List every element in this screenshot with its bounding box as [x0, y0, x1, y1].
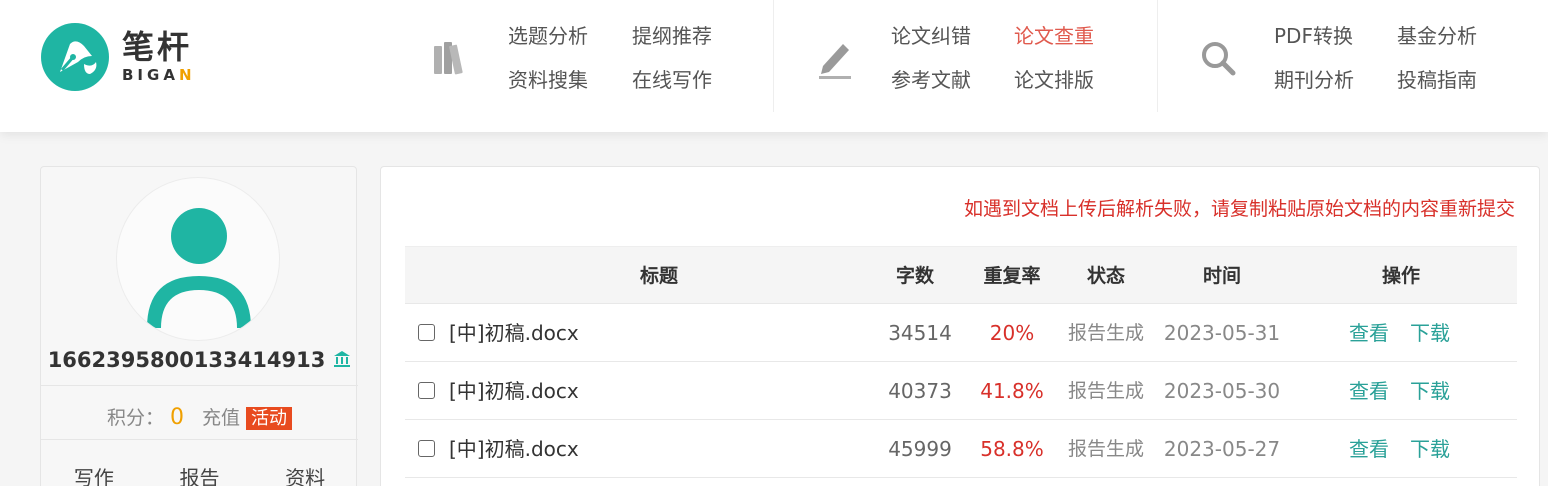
row-duplicate-rate: 58.8% [980, 437, 1044, 461]
nav-divider [773, 0, 774, 112]
column-header-actions: 操作 [1381, 265, 1420, 287]
row-status: 报告生成 [1067, 322, 1144, 344]
nav-link-topic-analysis[interactable]: 选题分析 [508, 23, 588, 49]
nav-link-fund-analysis[interactable]: 基金分析 [1397, 23, 1477, 49]
table-row: [中]初稿.docx 34514 20% 报告生成 2023-05-31 查看 … [405, 304, 1517, 362]
view-report-link[interactable]: 查看 [1349, 304, 1389, 362]
row-title: [中]初稿.docx [449, 379, 579, 403]
books-icon [430, 36, 470, 80]
pencil-icon [815, 36, 855, 80]
row-duplicate-rate: 41.8% [980, 379, 1044, 403]
nav-link-formatting[interactable]: 论文排版 [1014, 67, 1094, 93]
row-title: [中]初稿.docx [449, 437, 579, 461]
column-header-words: 字数 [895, 265, 934, 287]
points-value: 0 [170, 405, 184, 430]
row-status: 报告生成 [1067, 380, 1144, 402]
sidebar-tab-writing[interactable]: 写作 [41, 463, 147, 486]
table-row: [中]初稿.docx 45999 58.8% 报告生成 2023-05-27 查… [405, 420, 1517, 478]
username: 1662395800133414913 [41, 348, 358, 373]
column-header-status: 状态 [1086, 265, 1125, 287]
logo-name-en: BIGAN [122, 66, 196, 84]
column-header-rate: 重复率 [983, 265, 1041, 287]
avatar[interactable] [116, 177, 280, 341]
nav-divider [1157, 0, 1158, 112]
view-report-link[interactable]: 查看 [1349, 362, 1389, 420]
recharge-link[interactable]: 充值 [202, 407, 240, 429]
upload-notice: 如遇到文档上传后解析失败，请复制粘贴原始文档的内容重新提交 [963, 198, 1515, 220]
nav-link-journal-analysis[interactable]: 期刊分析 [1274, 67, 1354, 93]
nav-link-online-writing[interactable]: 在线写作 [632, 67, 712, 93]
sidebar-divider [41, 385, 358, 386]
row-word-count: 34514 [888, 321, 952, 345]
row-title: [中]初稿.docx [449, 321, 579, 345]
row-duplicate-rate: 20% [989, 321, 1035, 345]
sidebar-divider [41, 439, 358, 440]
view-report-link[interactable]: 查看 [1349, 420, 1389, 478]
column-header-title: 标题 [639, 265, 678, 287]
nav-group-tools: PDF转换 基金分析 期刊分析 投稿指南 [1198, 0, 1538, 115]
bigan-logo-mark-icon [40, 22, 110, 92]
nav-group-checking: 论文纠错 论文查重 参考文献 论文排版 [815, 0, 1155, 115]
table-row: [中]初稿.docx 40373 41.8% 报告生成 2023-05-30 查… [405, 362, 1517, 420]
sidebar-tab-reports[interactable]: 报告 [147, 463, 253, 486]
nav-group-writing: 选题分析 提纲推荐 资料搜集 在线写作 [430, 0, 770, 115]
download-report-link[interactable]: 下载 [1410, 362, 1450, 420]
download-report-link[interactable]: 下载 [1410, 420, 1450, 478]
row-status: 报告生成 [1067, 438, 1144, 460]
nav-link-plagiarism-check[interactable]: 论文查重 [1014, 23, 1094, 49]
search-icon [1198, 36, 1238, 80]
institution-icon [333, 349, 351, 373]
activity-badge[interactable]: 活动 [246, 407, 293, 430]
row-word-count: 45999 [888, 437, 952, 461]
row-time: 2023-05-31 [1163, 321, 1281, 345]
table-header: 标题 字数 重复率 状态 时间 操作 [405, 246, 1517, 304]
nav-link-outline[interactable]: 提纲推荐 [632, 23, 712, 49]
row-checkbox[interactable] [418, 324, 435, 341]
nav-link-pdf-convert[interactable]: PDF转换 [1274, 23, 1353, 49]
report-table: 标题 字数 重复率 状态 时间 操作 [中]初稿.docx 34514 20% … [405, 246, 1517, 478]
row-checkbox[interactable] [418, 440, 435, 457]
sidebar-tabs: 写作 报告 资料 [41, 463, 358, 486]
download-report-link[interactable]: 下载 [1410, 304, 1450, 362]
nav-link-submission-guide[interactable]: 投稿指南 [1397, 67, 1477, 93]
sidebar-tab-materials[interactable]: 资料 [252, 463, 358, 486]
points-row: 积分： 0 充值 活动 [41, 403, 358, 430]
nav-link-references[interactable]: 参考文献 [891, 67, 971, 93]
top-header: 笔杆 BIGAN 选题分析 提纲推荐 资料搜集 在线写作 论文纠错 论文查重 参… [0, 0, 1548, 132]
points-label: 积分： [106, 407, 164, 429]
logo-name-cn: 笔杆 [122, 28, 193, 66]
row-checkbox[interactable] [418, 382, 435, 399]
report-panel: 如遇到文档上传后解析失败，请复制粘贴原始文档的内容重新提交 标题 字数 重复率 … [380, 166, 1540, 486]
user-sidebar: 1662395800133414913 积分： 0 充值 活动 写作 报告 资料 [40, 166, 358, 486]
row-time: 2023-05-30 [1163, 379, 1281, 403]
nav-link-materials[interactable]: 资料搜集 [508, 67, 588, 93]
nav-link-error-correction[interactable]: 论文纠错 [891, 23, 971, 49]
bigan-logo[interactable]: 笔杆 BIGAN [40, 22, 196, 92]
column-header-time: 时间 [1202, 265, 1241, 287]
row-word-count: 40373 [888, 379, 952, 403]
username-text: 1662395800133414913 [47, 348, 326, 372]
row-time: 2023-05-27 [1163, 437, 1281, 461]
user-avatar-icon [147, 208, 251, 328]
